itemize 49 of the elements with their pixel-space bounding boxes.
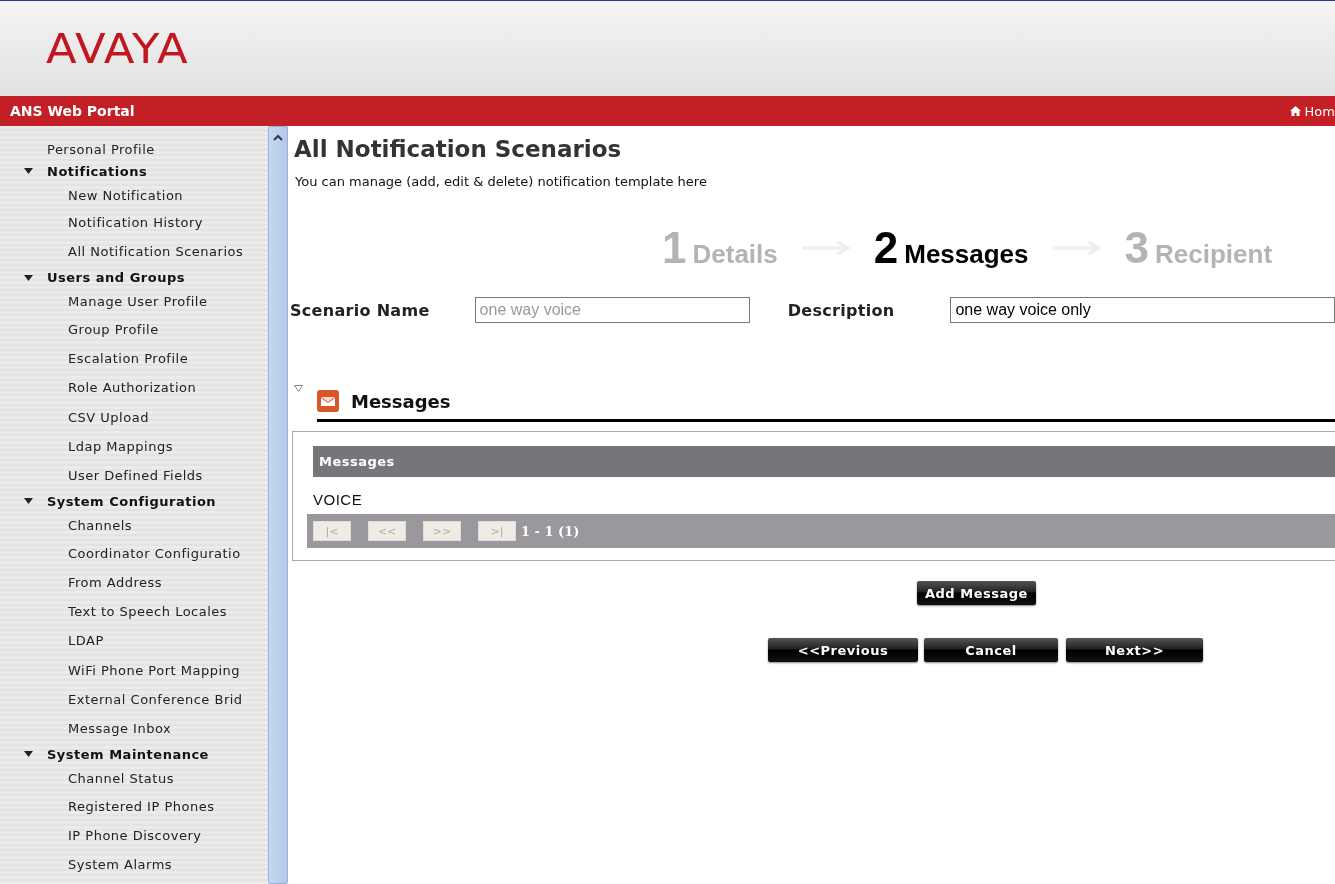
- sidebar-item[interactable]: Text to Speech Locales: [0, 596, 268, 627]
- sidebar-item[interactable]: Channel Status: [0, 765, 268, 792]
- nav-button[interactable]: Next>>: [1066, 638, 1203, 662]
- sidebar-item[interactable]: Role Authorization: [0, 373, 268, 403]
- page-range: 1 - 1 (1): [521, 523, 580, 539]
- sidebar-item[interactable]: Personal Profile: [0, 138, 268, 160]
- avaya-logo: AVAYA: [46, 25, 189, 72]
- sidebar-item[interactable]: CSV Upload: [0, 402, 268, 432]
- sidebar-item[interactable]: Coordinator Configuratio: [0, 538, 268, 568]
- expanded-triangle-icon[interactable]: [294, 385, 303, 392]
- scrollbar[interactable]: [268, 126, 288, 884]
- envelope-icon: [317, 390, 339, 412]
- sidebar-item[interactable]: Ldap Mappings: [0, 431, 268, 462]
- sidebar-item[interactable]: From Address: [0, 567, 268, 597]
- sidebar-group[interactable]: Users and Groups: [0, 266, 268, 289]
- sidebar-group[interactable]: System Maintenance: [0, 743, 268, 766]
- sidebar-item[interactable]: All Notification Scenarios: [0, 237, 268, 267]
- home-link[interactable]: Hom: [1289, 103, 1335, 119]
- field-label: Scenario Name: [290, 300, 430, 320]
- sidebar-group[interactable]: Notifications: [0, 160, 268, 182]
- nav-button[interactable]: <<Previous: [768, 638, 918, 662]
- sidebar-item[interactable]: Escalation Profile: [0, 343, 268, 374]
- scroll-up-icon[interactable]: [272, 133, 285, 143]
- sidebar-item[interactable]: New Notification: [0, 182, 268, 208]
- sidebar-item[interactable]: WiFi Phone Port Mapping: [0, 655, 268, 685]
- sidebar-item[interactable]: Registered IP Phones: [0, 791, 268, 821]
- nav-button[interactable]: Cancel: [924, 638, 1058, 662]
- sidebar-item[interactable]: Channels: [0, 512, 268, 539]
- sidebar-item[interactable]: LDAP: [0, 626, 268, 656]
- page-description: You can manage (add, edit & delete) notification template here: [295, 174, 708, 189]
- wizard-step[interactable]: 2 Messages: [873, 223, 1029, 273]
- add-message-button[interactable]: Add Message: [917, 581, 1036, 605]
- sidebar-item[interactable]: Group Profile: [0, 314, 268, 344]
- table-header: Messages: [313, 446, 1335, 477]
- table-cell-text: VOICE: [313, 491, 364, 508]
- sidebar-item[interactable]: Message Inbox: [0, 714, 268, 744]
- house-icon: [1289, 106, 1301, 116]
- sidebar-item[interactable]: IP Phone Discovery: [0, 820, 268, 851]
- page-title: All Notification Scenarios: [294, 136, 623, 162]
- portal-title: ANS Web Portal: [10, 103, 135, 119]
- sidebar-group[interactable]: System Configuration: [0, 490, 268, 513]
- field-label: Description: [787, 300, 895, 320]
- sidebar-item[interactable]: External Conference Brid: [0, 684, 268, 715]
- description-field[interactable]: one way voice only: [950, 297, 1335, 323]
- sidebar-item[interactable]: System Alarms: [0, 850, 268, 880]
- sidebar-item[interactable]: Notification History: [0, 208, 268, 238]
- sidebar-item[interactable]: User Defined Fields: [0, 461, 268, 491]
- section-title: Messages: [351, 390, 451, 412]
- sidebar-item[interactable]: Manage User Profile: [0, 288, 268, 315]
